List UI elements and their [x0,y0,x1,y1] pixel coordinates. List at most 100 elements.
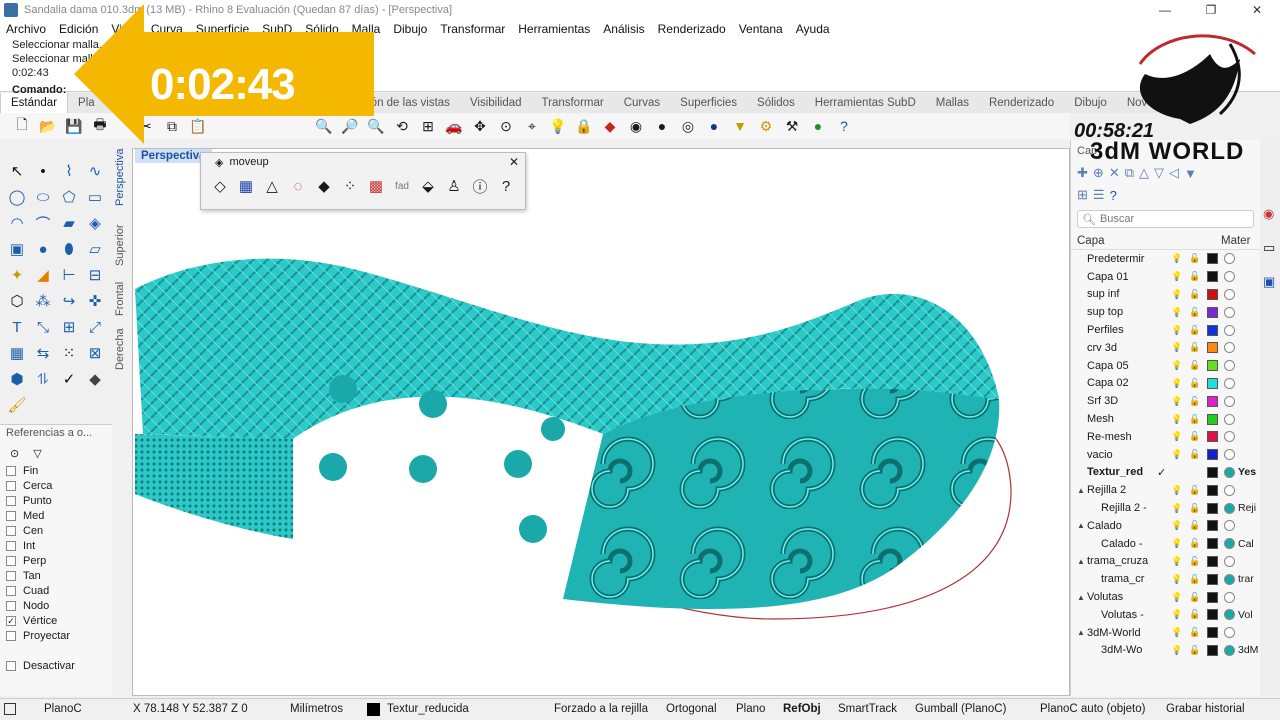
layer-row[interactable]: Srf 3D 💡 🔓 [1071,392,1260,410]
layer-name[interactable]: Rejilla 2 - [1101,502,1171,514]
side-tab-frontal[interactable]: Frontal [114,282,126,316]
layer-row[interactable]: 3dM-Wo 💡 🔓 3dM [1071,642,1260,660]
layer-visibility-icon[interactable]: 💡 [1171,556,1182,567]
moveup-floating-toolbar[interactable]: ◈ moveup ✕ ◇ ▦ △ ◌ ◆ ⁘ ▩ fad ⬙ ♙ ⓘ ? [200,152,526,210]
layer-lock-icon[interactable]: 🔓 [1189,485,1200,496]
osnap-item-desactivar[interactable]: Desactivar [0,658,112,673]
layer-material-icon[interactable] [1224,306,1235,318]
gumball-icon[interactable]: ✦ [4,262,30,288]
layer-visibility-icon[interactable]: 💡 [1171,271,1182,282]
osnap-item-cerca[interactable]: Cerca [0,478,112,493]
shade-icon[interactable]: ◆ [313,175,335,197]
layer-visibility-icon[interactable]: 💡 [1171,431,1182,442]
status-planar[interactable]: Plano [736,703,765,715]
checkbox[interactable] [6,660,16,671]
layer-color-swatch[interactable] [1207,324,1218,336]
col-layer[interactable]: Capa [1071,235,1221,247]
layer-lock-icon[interactable]: 🔓 [1189,378,1200,389]
layer-row[interactable]: Perfiles 💡 🔓 [1071,321,1260,339]
layer-visibility-icon[interactable]: 💡 [1171,645,1182,656]
layer-visibility-icon[interactable]: 💡 [1171,485,1182,496]
layer-material-name[interactable]: Cal [1238,538,1254,550]
side-tab-superior[interactable]: Superior [114,224,126,266]
checkbox-checked[interactable]: ✓ [6,615,16,626]
layer-material-icon[interactable] [1224,538,1235,550]
layer-lock-icon[interactable]: 🔓 [1189,325,1200,336]
osnap-mode-icon[interactable]: ⊙ [10,447,19,460]
text-icon[interactable]: T [4,314,30,340]
fad-label[interactable]: fad [391,175,413,197]
color-wheel-icon[interactable]: ◉ [626,116,646,136]
cylinder-icon[interactable]: ⬮ [56,236,82,262]
osnap-filter-icon[interactable]: ▽ [33,447,41,460]
menu-ayuda[interactable]: Ayuda [796,22,830,36]
osnap-item-tan[interactable]: Tan [0,568,112,583]
layer-expander-icon[interactable]: ▲ [1075,557,1087,566]
checkbox[interactable] [6,480,16,491]
side-tab-perspectiva[interactable]: Perspectiva [114,149,126,206]
scale-icon[interactable]: ⤢ [82,314,108,340]
osnap-item-fin[interactable]: Fin [0,463,112,478]
layer-name[interactable]: Perfiles [1087,324,1157,336]
status-layer[interactable]: Textur_reducida [387,703,469,715]
extrude-icon[interactable]: ▱ [82,236,108,262]
layer-material-icon[interactable] [1224,324,1235,336]
layer-material-icon[interactable] [1224,377,1235,389]
status-ortho[interactable]: Ortogonal [666,703,717,715]
layer-visibility-icon[interactable]: 💡 [1171,360,1182,371]
layer-color-swatch[interactable] [1207,306,1218,318]
layer-visibility-icon[interactable]: 💡 [1171,520,1182,531]
box-icon[interactable]: ▣ [4,236,30,262]
layer-visibility-icon[interactable]: 💡 [1171,592,1182,603]
checkbox[interactable] [6,585,16,596]
layer-name[interactable]: crv 3d [1087,342,1157,354]
layer-material-icon[interactable] [1224,360,1235,372]
layer-lock-icon[interactable]: 🔓 [1189,538,1200,549]
layer-name[interactable]: Capa 02 [1087,377,1157,389]
layer-material-name[interactable]: Vol [1238,609,1253,621]
checkbox[interactable] [6,570,16,581]
layer-name[interactable]: Textur_red [1087,466,1157,478]
layer-material-icon[interactable] [1224,609,1235,621]
layer-row[interactable]: sup top 💡 🔓 [1071,303,1260,321]
osnap-item-nodo[interactable]: Nodo [0,598,112,613]
menu-dibujo[interactable]: Dibujo [393,22,427,36]
layer-name[interactable]: Mesh [1087,413,1157,425]
layer-material-icon[interactable] [1224,555,1235,567]
render-side-icon[interactable]: ▣ [1263,274,1275,290]
layer-row[interactable]: Predetermir 💡 🔓 [1071,250,1260,268]
layer-color-swatch[interactable] [1207,538,1218,550]
flow-icon[interactable]: ⥮ [30,366,56,392]
layer-color-swatch[interactable] [1207,288,1218,300]
layer-name[interactable]: 3dM-World [1087,627,1157,639]
perspective-viewport[interactable]: Perspectiva [132,148,1070,696]
layer-material-icon[interactable] [1224,627,1235,639]
layer-lock-icon[interactable]: 🔓 [1189,503,1200,514]
menu-ventana[interactable]: Ventana [739,22,783,36]
dimension-icon[interactable]: ⤡ [30,314,56,340]
side-tab-derecha[interactable]: Derecha [114,328,126,370]
layer-lock-icon[interactable]: 🔓 [1189,645,1200,656]
tab-renderizado[interactable]: Renderizado [979,97,1064,109]
layer-visibility-icon[interactable]: 💡 [1171,253,1182,264]
close-button[interactable]: ✕ [1234,0,1280,20]
layers-help-icon[interactable]: ? [1110,188,1117,203]
layer-color-swatch[interactable] [1207,377,1218,389]
status-layer-swatch[interactable] [367,703,380,716]
layer-visibility-icon[interactable]: 💡 [1171,396,1182,407]
layer-color-swatch[interactable] [1207,591,1218,603]
select-arrow-icon[interactable]: ↖ [4,158,30,184]
layer-name[interactable]: Calado - [1101,538,1171,550]
layer-color-swatch[interactable] [1207,484,1218,496]
arc-icon[interactable]: ◠ [4,210,30,236]
status-plane[interactable]: PlanoC [44,703,82,715]
layer-icon[interactable]: ◆ [600,116,620,136]
layer-row[interactable]: trama_cr 💡 🔓 trar [1071,570,1260,588]
layer-visibility-icon[interactable]: 💡 [1171,538,1182,549]
menu-analisis[interactable]: Análisis [603,22,644,36]
checkbox[interactable] [6,495,16,506]
layer-color-swatch[interactable] [1207,253,1218,265]
layer-lock-icon[interactable]: 🔓 [1189,360,1200,371]
statusbar-toggle-icon[interactable] [4,703,16,715]
ellipse-icon[interactable]: ⬭ [30,184,56,210]
